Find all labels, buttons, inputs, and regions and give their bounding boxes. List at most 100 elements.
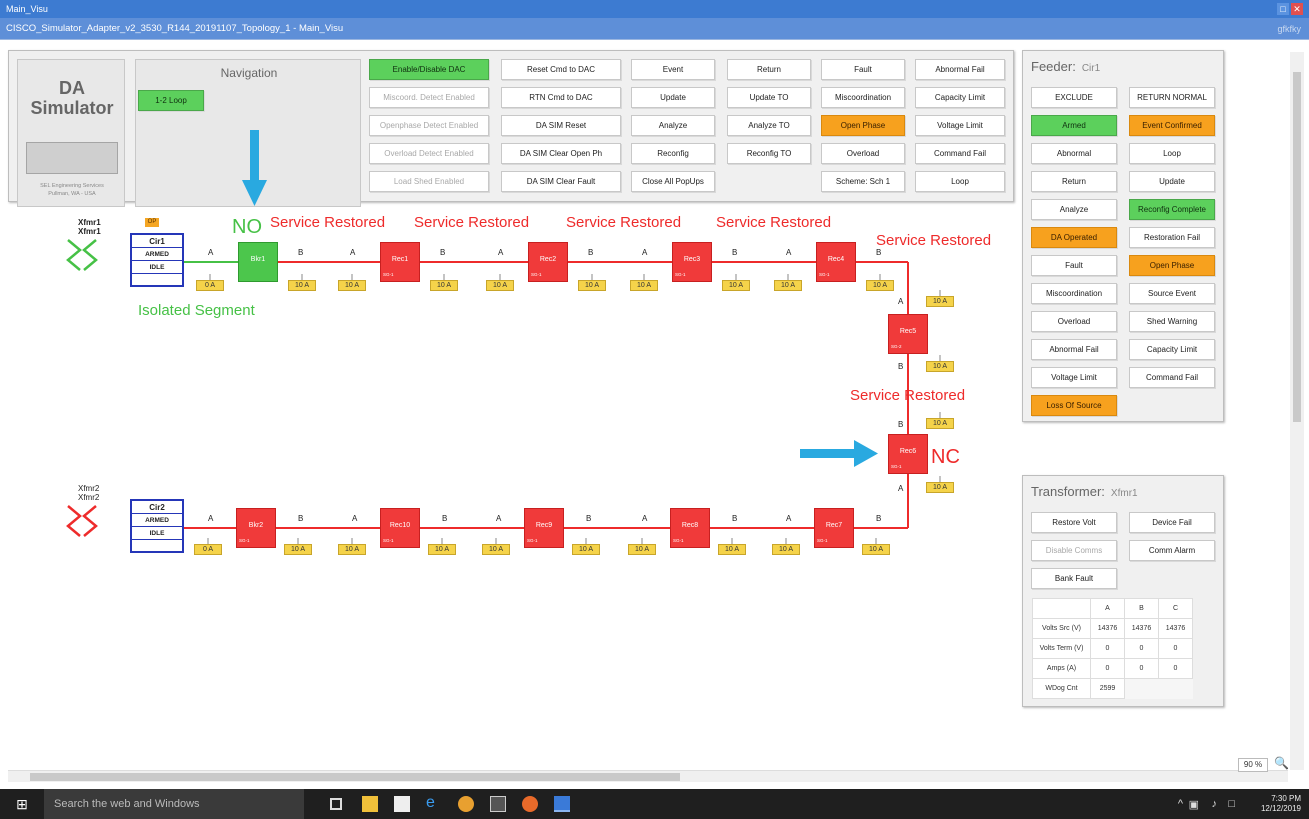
overload-detect-enabled-button[interactable]: Overload Detect Enabled [369,143,489,164]
command-fail-button[interactable]: Command Fail [1129,367,1215,388]
controller-cir1[interactable]: Cir1 ARMED IDLE [130,233,184,287]
event-confirmed-button[interactable]: Event Confirmed [1129,115,1215,136]
source-event-button[interactable]: Source Event [1129,283,1215,304]
abnormal-fail-button[interactable]: Abnormal Fail [915,59,1005,80]
loss-of-source-button[interactable]: Loss Of Source [1031,395,1117,416]
document-titlebar-right: gfkfky [1277,24,1301,34]
taskbar-search-input[interactable]: Search the web and Windows [44,789,304,819]
vertical-scrollbar[interactable] [1290,52,1304,770]
disable-comms-button[interactable]: Disable Comms [1031,540,1117,561]
device-rec2[interactable]: Rec2 SG-1 [528,242,568,282]
analyze-to-button[interactable]: Analyze TO [727,115,811,136]
fault-button[interactable]: Fault [1031,255,1117,276]
horizontal-scroll-thumb[interactable] [30,773,680,781]
notification-icon[interactable]: □ [1228,798,1235,810]
event-button[interactable]: Event [631,59,715,80]
update-to-button[interactable]: Update TO [727,87,811,108]
device-rec1[interactable]: Rec1 SG-1 [380,242,420,282]
abnormal-button[interactable]: Abnormal [1031,143,1117,164]
network-icon[interactable]: ▣ [1189,798,1199,811]
analyze-button[interactable]: Analyze [631,115,715,136]
reconfig-complete-button[interactable]: Reconfig Complete [1129,199,1215,220]
miscoordination-button[interactable]: Miscoordination [1031,283,1117,304]
edge-icon[interactable]: e [426,795,442,811]
da-operated-button[interactable]: DA Operated [1031,227,1117,248]
loop-1-2-button[interactable]: 1-2 Loop [138,90,204,111]
da-sim-reset-button[interactable]: DA SIM Reset [501,115,621,136]
scheme-sch-1-button[interactable]: Scheme: Sch 1 [821,171,905,192]
device-rec7[interactable]: Rec7 SG-1 [814,508,854,548]
device-fail-button[interactable]: Device Fail [1129,512,1215,533]
bank-fault-button[interactable]: Bank Fault [1031,568,1117,589]
armed-button[interactable]: Armed [1031,115,1117,136]
return-button[interactable]: Return [727,59,811,80]
restoration-fail-button[interactable]: Restoration Fail [1129,227,1215,248]
device-rec9[interactable]: Rec9 SG-1 [524,508,564,548]
reconfig-button[interactable]: Reconfig [631,143,715,164]
device-rec3[interactable]: Rec3 SG-1 [672,242,712,282]
device-bkr2[interactable]: Bkr2 SG-1 [236,508,276,548]
return-button[interactable]: Return [1031,171,1117,192]
phase-label: A [350,248,356,257]
da-simulator-logo: DA Simulator SEL Engineering Services Pu… [17,59,125,207]
comm-alarm-button[interactable]: Comm Alarm [1129,540,1215,561]
update-button[interactable]: Update [1129,171,1215,192]
terminal-icon[interactable] [490,796,506,812]
device-rec4[interactable]: Rec4 SG-1 [816,242,856,282]
setting-group-label: SG-1 [239,538,250,543]
firefox-icon[interactable] [522,796,538,812]
voltage-limit-button[interactable]: Voltage Limit [1031,367,1117,388]
vertical-scroll-thumb[interactable] [1293,72,1301,422]
update-button[interactable]: Update [631,87,715,108]
return-normal-button[interactable]: RETURN NORMAL [1129,87,1215,108]
exclude-button[interactable]: EXCLUDE [1031,87,1117,108]
load-shed-enabled-button[interactable]: Load Shed Enabled [369,171,489,192]
file-explorer-icon[interactable] [362,796,378,812]
analyze-button[interactable]: Analyze [1031,199,1117,220]
device-rec6[interactable]: Rec6 SG-1 [888,434,928,474]
controller-cir2[interactable]: Cir2 ARMED IDLE [130,499,184,553]
horizontal-scrollbar[interactable] [8,770,1288,782]
zoom-level[interactable]: 90 % [1238,758,1268,772]
device-rec8[interactable]: Rec8 SG-1 [670,508,710,548]
miscoordination-button[interactable]: Miscoordination [821,87,905,108]
voltage-limit-button[interactable]: Voltage Limit [915,115,1005,136]
store-icon[interactable] [394,796,410,812]
miscoord-detect-enabled-button[interactable]: Miscoord. Detect Enabled [369,87,489,108]
reconfig-to-button[interactable]: Reconfig TO [727,143,811,164]
fault-button[interactable]: Fault [821,59,905,80]
shed-warning-button[interactable]: Shed Warning [1129,311,1215,332]
device-rec10[interactable]: Rec10 SG-1 [380,508,420,548]
da-sim-clear-fault-button[interactable]: DA SIM Clear Fault [501,171,621,192]
reset-cmd-to-dac-button[interactable]: Reset Cmd to DAC [501,59,621,80]
restore-volt-button[interactable]: Restore Volt [1031,512,1117,533]
windows-start-icon[interactable]: ⊞ [0,789,44,819]
volume-icon[interactable]: ♪ [1212,798,1218,810]
overload-button[interactable]: Overload [1031,311,1117,332]
close-icon[interactable]: ✕ [1291,3,1303,15]
loop-button[interactable]: Loop [915,171,1005,192]
command-fail-button[interactable]: Command Fail [915,143,1005,164]
loop-button[interactable]: Loop [1129,143,1215,164]
da-sim-clear-open-ph-button[interactable]: DA SIM Clear Open Ph [501,143,621,164]
tray-chevron-icon[interactable]: ^ [1178,798,1183,810]
chrome-icon[interactable] [458,796,474,812]
device-rec5[interactable]: Rec5 SG-2 [888,314,928,354]
clock[interactable]: 7:30 PM 12/12/2019 [1241,794,1301,814]
overload-button[interactable]: Overload [821,143,905,164]
capacity-limit-button[interactable]: Capacity Limit [915,87,1005,108]
rtn-cmd-to-dac-button[interactable]: RTN Cmd to DAC [501,87,621,108]
restore-icon[interactable]: □ [1277,3,1289,15]
task-view-icon[interactable] [330,798,342,810]
abnormal-fail-button[interactable]: Abnormal Fail [1031,339,1117,360]
capacity-limit-button[interactable]: Capacity Limit [1129,339,1215,360]
close-all-popups-button[interactable]: Close All PopUps [631,171,715,192]
simulator-app-icon[interactable] [554,796,570,812]
enable-disable-dac-button[interactable]: Enable/Disable DAC [369,59,489,80]
phase-label: A [642,248,648,257]
open-phase-button[interactable]: Open Phase [1129,255,1215,276]
device-bkr1[interactable]: Bkr1 [238,242,278,282]
openphase-detect-enabled-button[interactable]: Openphase Detect Enabled [369,115,489,136]
zoom-icon[interactable]: 🔍 [1274,756,1289,770]
open-phase-button[interactable]: Open Phase [821,115,905,136]
